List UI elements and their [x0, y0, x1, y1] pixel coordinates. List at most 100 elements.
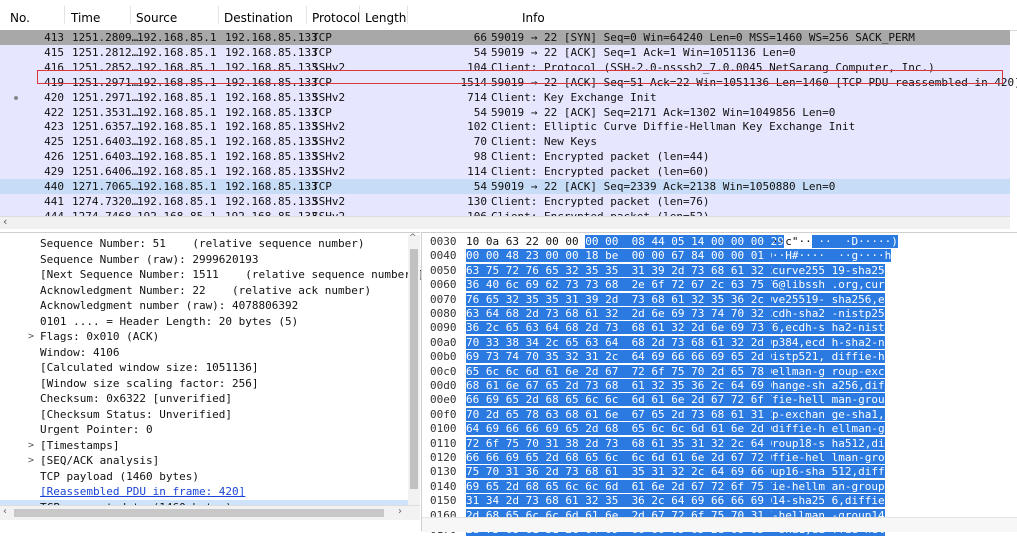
chevron-right-icon[interactable]: > — [28, 453, 34, 469]
hex-bytes[interactable]: 31 34 2d 73 68 61 32 35 36 2c 64 69 66 6… — [466, 494, 784, 508]
detail-line[interactable]: Sequence Number (raw): 2999620193 — [0, 252, 408, 268]
detail-line[interactable]: [Calculated window size: 1051136] — [0, 360, 408, 376]
packet-row[interactable]: 413 1251.2809… 192.168.85.1 192.168.85.133 T… — [0, 30, 1010, 45]
detail-line[interactable]: [Next Sequence Number: 1511 (relative se… — [0, 267, 424, 283]
column-separator[interactable] — [407, 6, 408, 24]
hex-bytes[interactable]: 65 6c 6c 6d 61 6e 2d 67 72 6f 75 70 2d 6… — [466, 364, 784, 379]
ascii-bytes[interactable]: p-exchan ge-sha1, — [772, 407, 885, 422]
detail-line[interactable]: Checksum: 0x6322 [unverified] — [0, 391, 408, 407]
column-separator[interactable] — [130, 6, 131, 24]
hex-bytes[interactable]: 36 40 6c 69 62 73 73 68 2e 6f 72 67 2c 6… — [466, 278, 784, 292]
detail-text: 0101 .... = Header Length: 20 bytes (5) — [40, 314, 299, 328]
column-header-length[interactable]: Length — [365, 11, 406, 25]
hex-bytes[interactable]: 70 33 38 34 2c 65 63 64 68 2d 73 68 61 3… — [466, 335, 784, 350]
hex-bytes[interactable]: 63 64 68 2d 73 68 61 32 2d 6e 69 73 74 7… — [466, 307, 784, 321]
packet-row[interactable]: 415 1251.2812… 192.168.85.1 192.168.85.133 T… — [0, 44, 1010, 60]
ascii-bytes[interactable]: ve25519- sha256,e — [772, 292, 885, 307]
detail-line[interactable]: TCP payload (1460 bytes) — [0, 469, 408, 485]
scrollbar-thumb[interactable] — [410, 249, 418, 489]
hex-bytes[interactable]: 36 2c 65 63 64 68 2d 73 68 61 32 2d 6e 6… — [466, 321, 784, 335]
ascii-bytes[interactable]: 6,ecdh-s ha2-nist — [772, 321, 885, 335]
hex-bytes[interactable]: 72 6f 75 70 31 38 2d 73 68 61 35 31 32 2… — [466, 436, 784, 451]
ascii-bytes[interactable]: up16-sha 512,diff — [772, 465, 885, 479]
ascii-bytes[interactable]: istp521, diffie-h — [772, 350, 885, 364]
packet-list[interactable]: No. Time Source Destination Protocol Len… — [0, 0, 1017, 232]
hex-bytes[interactable]: 66 66 69 65 2d 68 65 6c 6c 6d 61 6e 2d 6… — [466, 451, 784, 465]
column-separator[interactable] — [64, 6, 65, 24]
packet-row[interactable]: 420 1251.2971… 192.168.85.1 192.168.85.133 S… — [0, 89, 1010, 105]
ascii-bytes[interactable]: 6@libssh .org,cur — [772, 278, 885, 292]
packet-row[interactable]: 419 1251.2971… 192.168.85.1 192.168.85.133 T… — [0, 74, 1017, 90]
packet-row[interactable]: 441 1274.7320… 192.168.85.1 192.168.85.133 S… — [0, 193, 1010, 209]
ascii-bytes[interactable]: roup18-s ha512,di — [772, 436, 885, 451]
hex-bytes[interactable]: 66 69 65 2d 68 65 6c 6c 6d 61 6e 2d 67 7… — [466, 393, 784, 407]
packet-row[interactable]: 429 1251.6406… 192.168.85.1 192.168.85.133 S… — [0, 164, 1010, 180]
packet-list-horizontal-scrollbar[interactable]: ‹ — [0, 215, 1010, 229]
column-separator[interactable] — [359, 6, 360, 24]
column-header-source[interactable]: Source — [136, 11, 177, 25]
hex-bytes[interactable]: 75 70 31 36 2d 73 68 61 35 31 32 2c 64 6… — [466, 465, 784, 479]
ascii-bytes[interactable]: diffie-h ellman-g — [772, 422, 885, 436]
ascii-bytes[interactable]: fie-hell man-grou — [772, 393, 885, 407]
details-vertical-scrollbar[interactable]: ^ — [408, 233, 420, 505]
packet-row[interactable]: 423 1251.6357… 192.168.85.1 192.168.85.133 S… — [0, 119, 1010, 135]
detail-line[interactable]: Acknowledgment number (raw): 4078806392 — [0, 298, 408, 314]
column-header-no[interactable]: No. — [10, 11, 30, 25]
ascii-bytes[interactable]: p384,ecd h-sha2-n — [772, 335, 885, 350]
column-separator[interactable] — [306, 6, 307, 24]
detail-line[interactable]: Urgent Pointer: 0 — [0, 422, 408, 438]
byte-row: 00c0 65 6c 6c 6d 61 6e 2d 67 72 6f 75 70 … — [422, 364, 1017, 379]
ascii-bytes[interactable]: hange-sh a256,dif — [772, 379, 885, 393]
packet-row[interactable]: 440 1271.7065… 192.168.85.1 192.168.85.133 T… — [0, 179, 1010, 194]
column-header-protocol[interactable]: Protocol — [312, 11, 360, 25]
packet-bytes-pane[interactable]: 0030 10 0a 63 22 00 00 00 00 08 44 05 14 … — [421, 232, 1017, 536]
ascii-bytes[interactable]: ellman-g roup-exc — [772, 364, 885, 379]
detail-line[interactable]: Window: 4106 — [0, 345, 408, 361]
hex-bytes[interactable]: 76 65 32 35 35 31 39 2d 73 68 61 32 35 3… — [466, 292, 784, 307]
arrow-right-icon[interactable]: › — [398, 506, 402, 517]
packet-row[interactable]: 426 1251.6403… 192.168.85.1 192.168.85.133 S… — [0, 149, 1010, 165]
detail-line[interactable]: [Checksum Status: Unverified] — [0, 407, 408, 423]
column-header-info[interactable]: Info — [522, 11, 545, 25]
ascii-bytes[interactable]: cdh-sha2 -nistp25 — [772, 307, 885, 321]
ascii-bytes[interactable]: ··H#···· ··g····h — [772, 249, 892, 263]
hex-bytes[interactable]: 69 65 2d 68 65 6c 6c 6d 61 6e 2d 67 72 6… — [466, 479, 784, 494]
packet-info: Client: New Keys — [491, 135, 597, 149]
detail-line[interactable]: Acknowledgment Number: 22 (relative ack … — [0, 283, 408, 299]
detail-line[interactable]: 0101 .... = Header Length: 20 bytes (5) — [0, 314, 408, 330]
packet-details-pane[interactable]: Sequence Number: 51 (relative sequence n… — [0, 232, 424, 531]
column-separator[interactable] — [218, 6, 219, 24]
packet-info: 59019 → 22 [ACK] Seq=1 Ack=1 Win=1051136… — [491, 45, 796, 59]
packet-row[interactable]: 425 1251.6403… 192.168.85.1 192.168.85.133 S… — [0, 134, 1010, 150]
arrow-left-icon[interactable]: ‹ — [3, 506, 7, 517]
ascii-bytes[interactable]: ie-hellm an-group — [772, 479, 885, 494]
chevron-right-icon[interactable]: > — [28, 329, 34, 345]
ascii-bytes[interactable]: curve255 19-sha25 — [772, 263, 885, 278]
arrow-up-icon[interactable]: ^ — [409, 233, 417, 243]
ascii-bytes[interactable]: ffie-hel lman-gro — [772, 451, 885, 465]
detail-line[interactable]: [Window size scaling factor: 256] — [0, 376, 408, 392]
scrollbar-thumb[interactable] — [14, 509, 384, 517]
hex-bytes[interactable]: 63 75 72 76 65 32 35 35 31 39 2d 73 68 6… — [466, 263, 784, 278]
hex-bytes[interactable]: 64 69 66 66 69 65 2d 68 65 6c 6c 6d 61 6… — [466, 422, 784, 436]
detail-line[interactable]: Sequence Number: 51 (relative sequence n… — [0, 236, 408, 252]
hex-bytes[interactable]: 10 0a 63 22 00 00 00 00 08 44 05 14 00 0… — [466, 235, 784, 249]
hex-bytes[interactable]: 69 73 74 70 35 32 31 2c 64 69 66 66 69 6… — [466, 350, 784, 364]
detail-line[interactable]: > [Timestamps] — [0, 438, 408, 454]
column-header-destination[interactable]: Destination — [224, 11, 293, 25]
column-header-time[interactable]: Time — [71, 11, 100, 25]
hex-bytes[interactable]: 68 61 6e 67 65 2d 73 68 61 32 35 36 2c 6… — [466, 379, 784, 393]
detail-line[interactable]: [Reassembled PDU in frame: 420] — [0, 484, 408, 500]
ascii-bytes[interactable]: ··c"·· ·· ·D·····) — [772, 235, 898, 249]
hex-bytes[interactable]: 70 2d 65 78 63 68 61 6e 67 65 2d 73 68 6… — [466, 407, 784, 422]
ascii-bytes[interactable]: 14-sha25 6,diffie — [772, 494, 885, 508]
packet-row[interactable]: 422 1251.3531… 192.168.85.1 192.168.85.133 T… — [0, 104, 1010, 120]
packet-row[interactable]: 416 1251.2852… 192.168.85.1 192.168.85.133 S… — [0, 59, 1010, 75]
hex-bytes[interactable]: 00 00 48 23 00 00 18 be 00 00 67 84 00 0… — [466, 249, 784, 263]
detail-line[interactable]: > Flags: 0x010 (ACK) — [0, 329, 408, 345]
detail-line[interactable]: > [SEQ/ACK analysis] — [0, 453, 408, 469]
details-horizontal-scrollbar[interactable]: ‹ › — [0, 505, 420, 520]
arrow-left-icon[interactable]: ‹ — [3, 215, 7, 228]
reassembled-pdu-link[interactable]: [Reassembled PDU in frame: 420] — [40, 484, 245, 500]
chevron-right-icon[interactable]: > — [28, 438, 34, 454]
